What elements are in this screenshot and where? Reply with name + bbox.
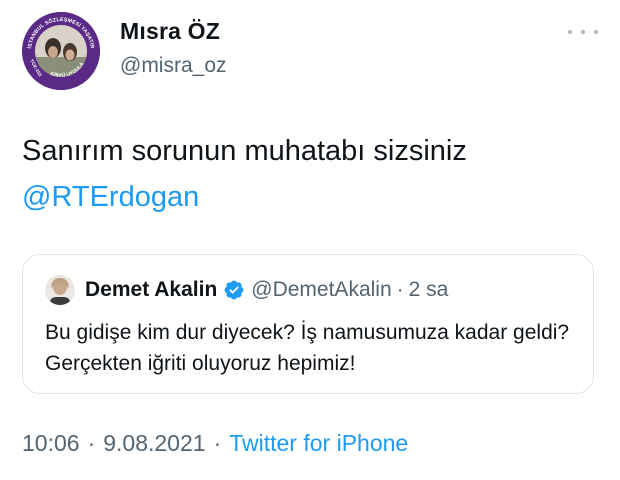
- author-avatar[interactable]: İSTANBUL SÖZLEŞMESİ YAŞATIR 6284'Ü UYGUL…: [22, 12, 100, 90]
- author-handle[interactable]: @misra_oz: [120, 54, 227, 78]
- tweet-source-link[interactable]: Twitter for iPhone: [229, 430, 408, 456]
- quoted-timestamp[interactable]: 2 sa: [409, 278, 449, 302]
- more-dot: [568, 30, 572, 34]
- tweet-meta: 10:06 · 9.08.2021 · Twitter for iPhone: [22, 430, 408, 457]
- tweet-time[interactable]: 10:06: [22, 430, 80, 456]
- tweet-mention-link[interactable]: @RTErdogan: [22, 174, 602, 220]
- quoted-separator: ·: [396, 278, 404, 301]
- more-dot: [581, 30, 585, 34]
- quoted-author-handle[interactable]: @DemetAkalin: [251, 278, 391, 302]
- quoted-tweet-header: Demet Akalin @DemetAkalin · 2 sa: [45, 275, 448, 305]
- tweet-body: Sanırım sorunun muhatabı sizsiniz: [22, 135, 467, 167]
- quoted-author-avatar[interactable]: [45, 275, 75, 305]
- meta-separator: ·: [213, 430, 222, 456]
- quoted-author-name[interactable]: Demet Akalin: [85, 278, 217, 302]
- tweet-text: Sanırım sorunun muhatabı sizsiniz @RTErd…: [22, 128, 602, 220]
- more-dot: [594, 30, 598, 34]
- quoted-tweet-text: Bu gidişe kim dur diyecek? İş namusumuza…: [45, 321, 570, 375]
- more-horizontal-icon[interactable]: [568, 22, 598, 42]
- author-display-name[interactable]: Mısra ÖZ: [120, 18, 220, 45]
- meta-separator: ·: [87, 430, 96, 456]
- verified-badge-icon: [224, 280, 244, 300]
- quoted-tweet[interactable]: Demet Akalin @DemetAkalin · 2 sa Bu gidi…: [22, 254, 594, 394]
- tweet-date[interactable]: 9.08.2021: [103, 430, 205, 456]
